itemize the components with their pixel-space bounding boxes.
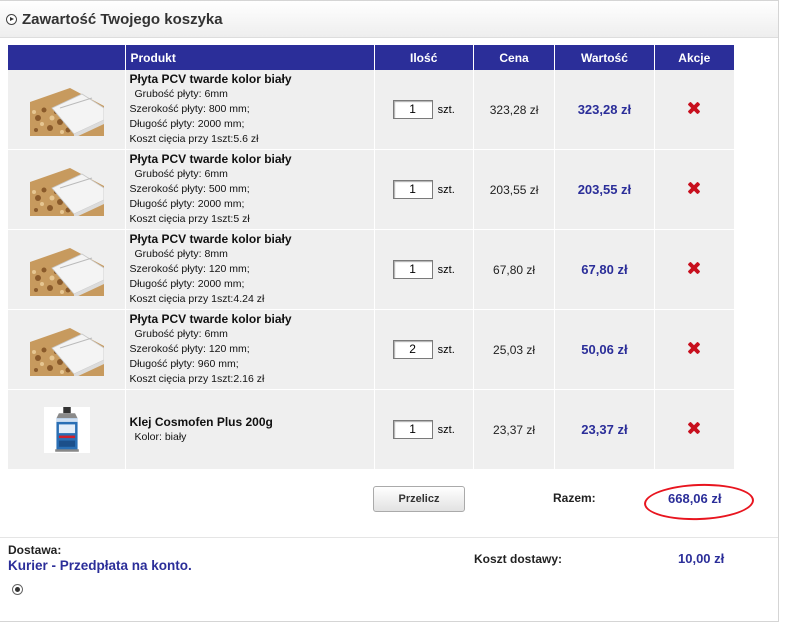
cart-header: Zawartość Twojego koszyka: [0, 1, 778, 38]
product-attribute: Szerokość płyty: 120 mm;: [129, 343, 250, 355]
delete-icon[interactable]: [687, 181, 701, 195]
line-total: 203,55 zł: [555, 150, 655, 230]
table-row: Płyta PCV twarde kolor biały Grubość pły…: [8, 70, 734, 150]
line-total: 67,80 zł: [555, 230, 655, 310]
cart-table-header: Produkt Ilość Cena Wartość Akcje: [8, 45, 734, 70]
delete-icon[interactable]: [687, 261, 701, 275]
delete-icon[interactable]: [687, 101, 701, 115]
product-attribute: Długość płyty: 2000 mm;: [129, 278, 245, 290]
delivery-method: Kurier - Przedpłata na konto.: [8, 558, 192, 573]
product-attribute: Koszt cięcia przy 1szt:5 zł: [129, 213, 250, 225]
product-attribute: Długość płyty: 960 mm;: [129, 358, 239, 370]
cart-table: Produkt Ilość Cena Wartość Akcje Płyta P…: [8, 45, 734, 470]
table-row: Płyta PCV twarde kolor biały Grubość pły…: [8, 150, 734, 230]
delete-icon[interactable]: [687, 341, 701, 355]
quantity-input[interactable]: 1: [392, 100, 433, 119]
arrow-right-circle-icon[interactable]: [6, 14, 17, 25]
quantity-input[interactable]: 1: [392, 260, 433, 279]
recalculate-button[interactable]: Przelicz: [373, 486, 465, 512]
unit-price: 23,37 zł: [473, 390, 556, 470]
quantity-unit: szt.: [437, 263, 455, 276]
cart-title: Zawartość Twojego koszyka: [22, 11, 223, 28]
product-info-cell: Płyta PCV twarde kolor biały Grubość pły…: [126, 230, 375, 310]
product-attribute: Grubość płyty: 8mm: [134, 248, 228, 260]
column-header-product: Produkt: [126, 45, 375, 70]
actions-cell: [654, 230, 734, 310]
pvc-board-icon[interactable]: [29, 244, 104, 296]
table-row: Płyta PCV twarde kolor biały Grubość pły…: [8, 230, 734, 310]
quantity-cell: 1 szt.: [374, 230, 474, 310]
total-value: 668,06 zł: [668, 491, 722, 506]
product-attribute: Koszt cięcia przy 1szt:2.16 zł: [129, 373, 265, 385]
actions-cell: [654, 310, 734, 390]
quantity-input[interactable]: 1: [392, 180, 433, 199]
product-image-cell: [8, 150, 127, 230]
pvc-board-icon[interactable]: [29, 84, 104, 136]
column-header-value: Wartość: [555, 45, 655, 70]
delivery-cost-label: Koszt dostawy:: [474, 552, 563, 566]
actions-cell: [654, 150, 734, 230]
product-info-cell: Płyta PCV twarde kolor biały Grubość pły…: [126, 310, 375, 390]
glue-tube-icon[interactable]: [43, 393, 90, 467]
product-attribute: Grubość płyty: 6mm: [134, 328, 228, 340]
table-row: Płyta PCV twarde kolor biały Grubość pły…: [8, 310, 734, 390]
delivery-cost-value: 10,00 zł: [678, 551, 725, 566]
quantity-input[interactable]: 1: [392, 420, 433, 439]
product-attribute: Grubość płyty: 6mm: [134, 168, 228, 180]
table-row: Klej Cosmofen Plus 200g Kolor: biały 1 sz…: [8, 390, 734, 470]
radio-selected-icon[interactable]: [12, 583, 23, 595]
column-header-actions: Akcje: [654, 45, 734, 70]
product-attribute: Szerokość płyty: 500 mm;: [129, 183, 250, 195]
product-image-cell: [8, 70, 127, 150]
quantity-unit: szt.: [437, 183, 455, 196]
quantity-unit: szt.: [437, 343, 455, 356]
line-total: 23,37 zł: [555, 390, 655, 470]
product-attribute: Szerokość płyty: 800 mm;: [129, 103, 250, 115]
pvc-board-icon[interactable]: [29, 164, 104, 216]
product-attribute: Szerokość płyty: 120 mm;: [129, 263, 250, 275]
product-info-cell: Płyta PCV twarde kolor biały Grubość pły…: [126, 150, 375, 230]
product-info-cell: Płyta PCV twarde kolor biały Grubość pły…: [126, 70, 375, 150]
product-attribute: Koszt cięcia przy 1szt:4.24 zł: [129, 293, 265, 305]
unit-price: 67,80 zł: [473, 230, 556, 310]
column-header-image: [8, 45, 127, 70]
actions-cell: [654, 70, 734, 150]
quantity-cell: 2 szt.: [374, 310, 474, 390]
product-image-cell: [8, 230, 127, 310]
product-image-cell: [8, 310, 127, 390]
delete-icon[interactable]: [687, 421, 701, 435]
product-name[interactable]: Płyta PCV twarde kolor biały: [129, 72, 373, 87]
product-name[interactable]: Płyta PCV twarde kolor biały: [129, 152, 373, 167]
delivery-option-radio-row[interactable]: [12, 583, 23, 595]
product-attribute: Długość płyty: 2000 mm;: [129, 118, 245, 130]
product-name[interactable]: Płyta PCV twarde kolor biały: [129, 312, 373, 327]
quantity-cell: 1 szt.: [374, 150, 474, 230]
product-attribute: Długość płyty: 2000 mm;: [129, 198, 245, 210]
unit-price: 323,28 zł: [473, 70, 556, 150]
product-info-cell: Klej Cosmofen Plus 200g Kolor: biały: [126, 390, 375, 470]
product-attribute: Kolor: biały: [134, 430, 187, 443]
pvc-board-icon[interactable]: [29, 324, 104, 376]
delivery-label: Dostawa:: [8, 543, 62, 557]
unit-price: 25,03 zł: [473, 310, 556, 390]
product-name[interactable]: Płyta PCV twarde kolor biały: [129, 232, 373, 247]
product-attribute: Koszt cięcia przy 1szt:5.6 zł: [129, 133, 259, 145]
product-name[interactable]: Klej Cosmofen Plus 200g: [129, 415, 373, 430]
quantity-unit: szt.: [437, 423, 455, 436]
unit-price: 203,55 zł: [473, 150, 556, 230]
product-image-cell: [8, 390, 127, 470]
product-attribute: Grubość płyty: 6mm: [134, 88, 228, 100]
quantity-input[interactable]: 2: [392, 340, 433, 359]
quantity-cell: 1 szt.: [374, 70, 474, 150]
column-header-price: Cena: [473, 45, 556, 70]
actions-cell: [654, 390, 734, 470]
line-total: 323,28 zł: [555, 70, 655, 150]
column-header-quantity: Ilość: [374, 45, 474, 70]
line-total: 50,06 zł: [555, 310, 655, 390]
divider: [0, 537, 778, 538]
total-label: Razem:: [553, 491, 596, 505]
quantity-unit: szt.: [437, 103, 455, 116]
quantity-cell: 1 szt.: [374, 390, 474, 470]
